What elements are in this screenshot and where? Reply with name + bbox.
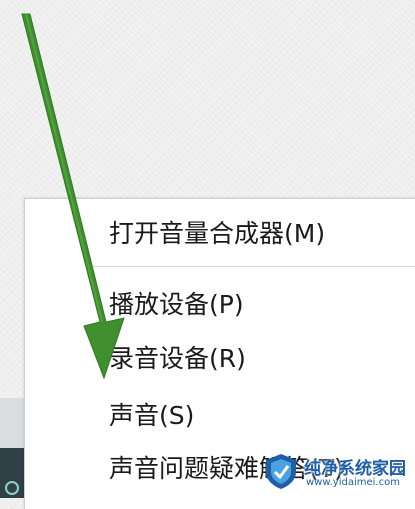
menu-item-label: 声音(S) <box>109 401 195 430</box>
menu-item-sounds[interactable]: 声音(S) <box>109 400 194 432</box>
menu-item-label: 录音设备(R) <box>109 344 246 373</box>
menu-item-playback-devices[interactable]: 播放设备(P) <box>109 289 244 321</box>
taskbar-tray-icon[interactable] <box>4 480 20 496</box>
menu-separator <box>91 266 415 267</box>
watermark-url: www.yidaimei.com <box>306 477 400 488</box>
watermark-title: 纯净系统家园 <box>304 459 406 479</box>
shield-logo-icon <box>266 454 296 489</box>
watermark: 纯净系统家园 www.yidaimei.com <box>262 448 412 494</box>
menu-item-recording-devices[interactable]: 录音设备(R) <box>109 343 246 375</box>
menu-item-label: 播放设备(P) <box>109 290 244 319</box>
menu-item-label: 打开音量合成器(M) <box>109 219 326 248</box>
menu-item-open-volume-mixer[interactable]: 打开音量合成器(M) <box>109 218 325 250</box>
